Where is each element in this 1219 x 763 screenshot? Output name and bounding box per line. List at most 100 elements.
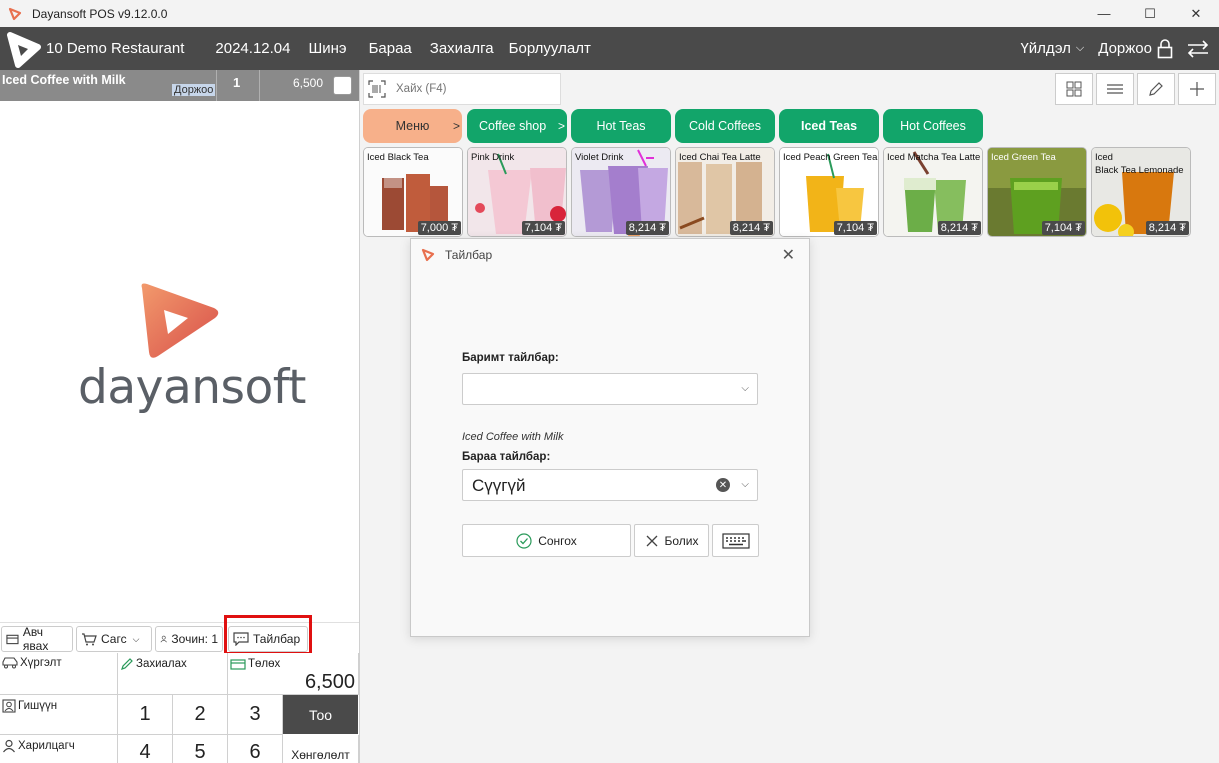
guest-count-label: Зочин: 1 <box>171 632 218 646</box>
key-2[interactable]: 2 <box>173 695 228 735</box>
window-title: Dayansoft POS v9.12.0.0 <box>32 6 168 21</box>
close-icon: ✕ <box>1190 5 1202 21</box>
delivery-button[interactable]: Хүргэлт <box>0 653 118 695</box>
grid-view-button[interactable] <box>1055 73 1093 105</box>
qty-button[interactable]: Тоо <box>283 695 359 735</box>
user-name: Доржоо <box>1098 40 1152 57</box>
plus-icon <box>1190 82 1204 96</box>
operation-label: Үйлдэл <box>1020 40 1071 57</box>
product-iced-peach-green-tea[interactable]: Iced Peach Green Tea 7,104 ₮ <box>779 147 879 237</box>
dialog-close-button[interactable]: ✕ <box>782 245 795 265</box>
add-button[interactable] <box>1178 73 1216 105</box>
key-6[interactable]: 6 <box>228 735 283 763</box>
key-3[interactable]: 3 <box>228 695 283 735</box>
place-order-button[interactable]: Захиалах <box>118 653 228 695</box>
list-view-button[interactable] <box>1096 73 1134 105</box>
guest-count-button[interactable]: Зочин: 1 <box>155 626 223 652</box>
clear-icon[interactable]: ✕ <box>716 478 730 492</box>
barcode-icon <box>368 80 386 98</box>
product-price: 7,000 ₮ <box>417 221 461 235</box>
total-amount: 6,500 <box>304 671 355 693</box>
member-button[interactable]: Гишүүн <box>0 695 118 735</box>
pencil-icon <box>1149 82 1163 96</box>
product-pink-drink[interactable]: Pink Drink 7,104 ₮ <box>467 147 567 237</box>
product-price: 8,214 ₮ <box>625 221 669 235</box>
product-iced-green-tea[interactable]: Iced Green Tea 7,104 ₮ <box>987 147 1087 237</box>
maximize-button[interactable]: ☐ <box>1127 0 1173 27</box>
cancel-label: Болих <box>664 533 699 548</box>
order-line-checkbox[interactable] <box>333 76 352 95</box>
category-iced-teas[interactable]: Iced Teas <box>779 109 879 143</box>
close-icon <box>646 535 657 546</box>
dayansoft-logo-icon <box>141 283 219 358</box>
pay-button[interactable]: Төлөх 6,500 <box>228 653 359 695</box>
key-1[interactable]: 1 <box>118 695 173 735</box>
product-violet-drink[interactable]: Violet Drink 8,214 ₮ <box>571 147 671 237</box>
item-note-select[interactable]: Сүүгүй ✕ ⌵ <box>462 469 758 501</box>
brand-logo-icon <box>7 31 41 68</box>
product-name: Iced Matcha Tea Latte <box>887 152 981 163</box>
product-iced-black-tea-lemonade[interactable]: Iced Black Tea Lemonade 8,214 ₮ <box>1091 147 1191 237</box>
cart-button[interactable]: Сагс ⌵ <box>76 626 152 652</box>
brand-wordmark: dayansoft <box>78 360 306 415</box>
product-name: Iced Green Tea <box>991 152 1056 163</box>
operation-menu[interactable]: Үйлдэл ⌵ <box>1020 40 1084 57</box>
edit-button[interactable] <box>1137 73 1175 105</box>
key-4[interactable]: 4 <box>118 735 173 763</box>
order-qty: 1 <box>233 75 241 90</box>
close-window-button[interactable]: ✕ <box>1173 0 1219 27</box>
category-label: Coffee shop <box>479 119 547 133</box>
top-navbar: 10 Demo Restaurant 2024.12.04 Шинэ Бараа… <box>0 27 1219 70</box>
category-label: Hot Coffees <box>900 119 966 133</box>
category-coffee-shop[interactable]: Coffee shop > <box>467 109 567 143</box>
chevron-right-icon: > <box>557 119 565 133</box>
product-price: 8,214 ₮ <box>729 221 773 235</box>
chevron-down-icon: ⌵ <box>741 479 749 490</box>
product-name: Iced Black Tea Lemonade <box>1095 152 1184 176</box>
nav-sales[interactable]: Борлуулалт <box>509 40 591 57</box>
order-item-name: Iced Coffee with Milk <box>2 73 126 87</box>
nav-orders[interactable]: Захиалга <box>430 40 494 57</box>
discount-button[interactable]: Хөнгөлөлт <box>283 735 359 763</box>
category-label: Hot Teas <box>596 119 646 133</box>
search-input[interactable] <box>396 83 546 95</box>
check-circle-icon <box>516 532 532 549</box>
category-label: Iced Teas <box>800 119 858 133</box>
person-icon <box>160 635 167 643</box>
select-button[interactable]: Сонгох <box>462 524 631 557</box>
keyboard-icon <box>721 532 750 549</box>
item-note-label: Бараа тайлбар: <box>462 451 551 463</box>
list-icon <box>1107 84 1123 94</box>
product-iced-chai-tea-latte[interactable]: Iced Chai Tea Latte 8,214 ₮ <box>675 147 775 237</box>
chevron-down-icon: ⌵ <box>132 633 140 644</box>
cancel-button[interactable]: Болих <box>634 524 709 557</box>
delivery-label: Хүргэлт <box>20 657 62 669</box>
category-label: Cold Coffees <box>688 119 762 133</box>
restaurant-name: 10 Demo Restaurant <box>46 40 185 57</box>
user-lock-button[interactable]: Доржоо <box>1098 38 1173 59</box>
category-menu[interactable]: Меню > <box>363 109 462 143</box>
key-5[interactable]: 5 <box>173 735 228 763</box>
category-cold-coffees[interactable]: Cold Coffees <box>675 109 775 143</box>
chevron-right-icon: > <box>452 119 460 133</box>
takeaway-button[interactable]: Авч явах <box>1 625 73 653</box>
nav-products[interactable]: Бараа <box>369 40 412 57</box>
cash-icon <box>230 659 246 670</box>
nav-new[interactable]: Шинэ <box>308 40 346 57</box>
switch-button[interactable] <box>1187 39 1209 58</box>
product-iced-black-tea[interactable]: Iced Black Tea 7,000 ₮ <box>363 147 463 237</box>
maximize-icon: ☐ <box>1144 5 1156 21</box>
close-icon: ✕ <box>781 247 795 264</box>
category-hot-teas[interactable]: Hot Teas <box>571 109 671 143</box>
customer-label: Харилцагч <box>18 740 75 752</box>
customer-button[interactable]: Харилцагч <box>0 735 118 763</box>
order-panel: Iced Coffee with Milk Доржоо 1 6,500 day… <box>0 70 360 763</box>
lock-icon <box>1157 38 1173 58</box>
search-box[interactable] <box>363 73 561 105</box>
order-line[interactable]: Iced Coffee with Milk Доржоо 1 6,500 <box>0 70 359 101</box>
keyboard-button[interactable] <box>712 524 759 557</box>
category-hot-coffees[interactable]: Hot Coffees <box>883 109 983 143</box>
product-iced-matcha-tea-latte[interactable]: Iced Matcha Tea Latte 8,214 ₮ <box>883 147 983 237</box>
minimize-button[interactable]: — <box>1081 0 1127 27</box>
receipt-note-select[interactable]: ⌵ <box>462 373 758 405</box>
